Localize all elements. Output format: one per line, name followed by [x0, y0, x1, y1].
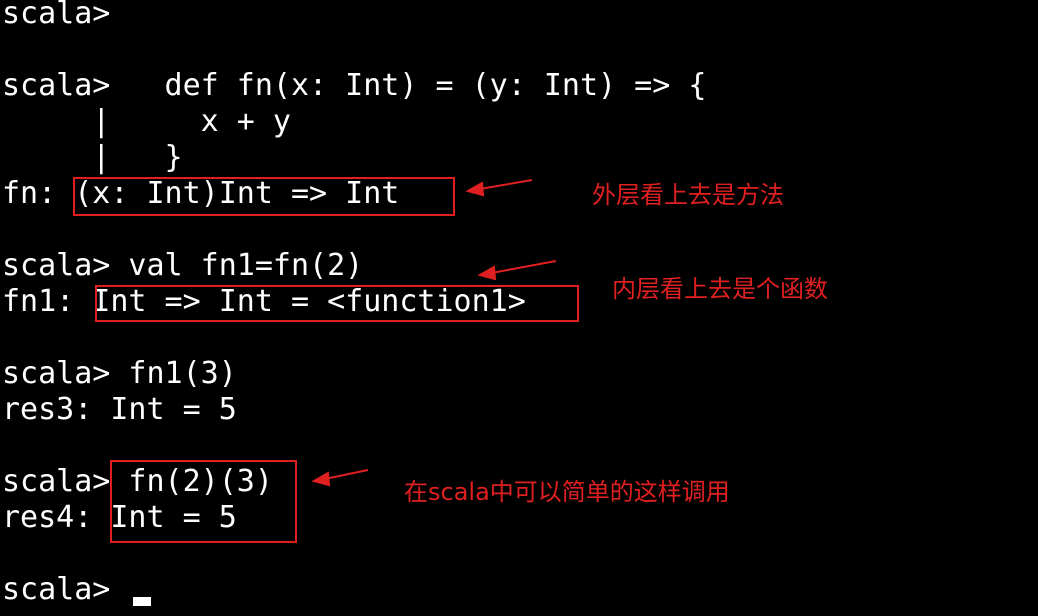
annotation-arrows: [311, 179, 557, 487]
annotation-note-call: 在scala中可以简单的这样调用: [404, 478, 730, 506]
arrow-head-3: [311, 471, 331, 487]
annotation-note-function: 内层看上去是个函数: [612, 275, 828, 303]
arrow-line-2: [485, 260, 557, 275]
arrow-head-2: [477, 265, 497, 281]
arrow-head-1: [465, 181, 485, 197]
annotation-note-method: 外层看上去是方法: [592, 181, 784, 209]
